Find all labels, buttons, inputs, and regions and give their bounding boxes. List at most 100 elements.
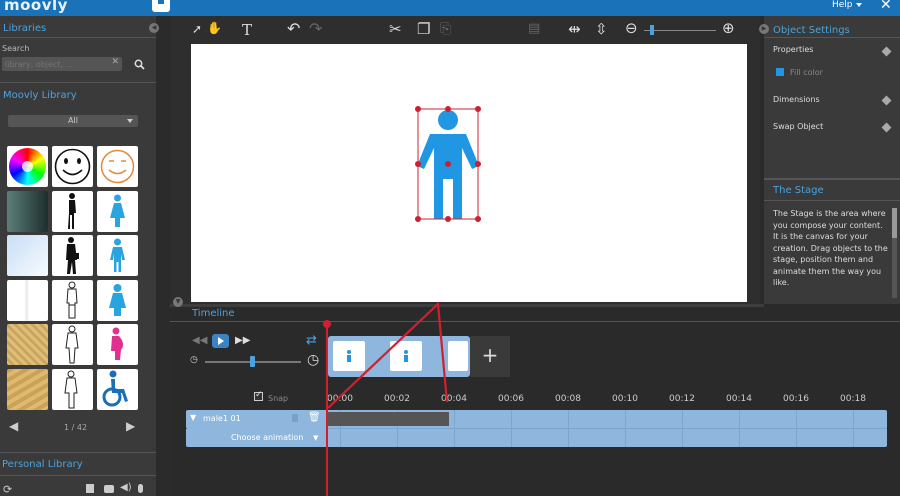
male-figure-tile[interactable] — [97, 235, 138, 276]
moovly-library-title: Moovly Library — [3, 90, 77, 101]
choose-animation-select[interactable]: Choose animation — [231, 433, 303, 442]
search-icon[interactable] — [134, 59, 145, 70]
lock-icon[interactable] — [292, 414, 298, 422]
zoom-in-icon[interactable]: ⊕ — [722, 19, 735, 37]
select-tool-icon[interactable]: ➚ — [192, 22, 202, 36]
woman-silhouette-tile[interactable] — [52, 191, 93, 232]
playhead-handle[interactable] — [323, 320, 331, 328]
zoom-slider-knob[interactable] — [650, 25, 655, 35]
paste-icon[interactable]: ⎘ — [440, 21, 451, 37]
stage-canvas[interactable] — [191, 44, 747, 302]
check-icon: ✓ — [255, 390, 263, 400]
flip-horizontal-icon[interactable]: ⇹ — [568, 20, 581, 38]
collapse-libraries-icon[interactable]: ◀ — [149, 23, 159, 33]
clear-search-icon[interactable]: ✕ — [111, 57, 119, 67]
female-figure-tile[interactable] — [97, 191, 138, 232]
cut-icon[interactable]: ✂ — [389, 20, 402, 38]
hand-tool-icon[interactable]: ✋ — [207, 21, 222, 35]
smiley-icon — [54, 148, 91, 185]
collapse-timeline-icon[interactable]: ▼ — [173, 297, 183, 307]
pregnant-figure-tile[interactable] — [97, 324, 138, 365]
smiley-tile[interactable] — [52, 146, 93, 187]
close-icon[interactable]: ✕ — [880, 0, 892, 13]
white-panel-tile[interactable] — [7, 280, 48, 321]
orange-smiley-tile[interactable] — [97, 146, 138, 187]
timeline-tick-label: 00:04 — [441, 394, 467, 404]
play-icon — [218, 337, 224, 345]
divider — [0, 475, 156, 476]
timeline-tick-label: 00:06 — [498, 394, 524, 404]
properties-section[interactable]: Properties — [773, 45, 813, 54]
parchment-texture-tile-2[interactable] — [7, 369, 48, 410]
woman-sketch-tile[interactable] — [52, 280, 93, 321]
snap-label: Snap — [268, 394, 289, 403]
fast-forward-icon[interactable]: ▶▶ — [235, 335, 250, 346]
woman-sketch-tile-3[interactable] — [52, 369, 93, 410]
sound-icon[interactable]: ◀) — [120, 482, 132, 493]
library-filter-value: All — [68, 116, 78, 125]
help-scrollbar-thumb[interactable] — [892, 208, 897, 238]
rewind-icon[interactable]: ◀◀ — [192, 335, 207, 346]
divider — [170, 321, 900, 322]
search-input[interactable] — [5, 58, 105, 70]
swap-object-section[interactable]: Swap Object — [773, 122, 823, 131]
female-figure-tile-2[interactable] — [97, 280, 138, 321]
dark-gradient-tile[interactable] — [7, 191, 48, 232]
help-menu[interactable]: Help — [832, 0, 853, 10]
female-figure-icon — [109, 284, 126, 316]
align-icon[interactable]: ▤ — [528, 21, 540, 36]
search-label: Search — [2, 44, 30, 53]
timeline-tick-label: 00:14 — [726, 394, 752, 404]
delete-track-icon[interactable]: 🗑 — [308, 412, 321, 423]
track-name: male1 01 — [203, 414, 241, 423]
scene-thumbnail[interactable] — [448, 341, 468, 371]
woman-walking-silhouette-icon — [66, 237, 79, 274]
video-icon[interactable] — [86, 484, 94, 493]
woman-sketch-icon — [64, 370, 78, 409]
scene-thumbnail[interactable] — [390, 341, 422, 371]
flip-vertical-icon[interactable]: ⇳ — [595, 20, 608, 38]
scene-thumbnail[interactable] — [333, 341, 365, 371]
dimensions-section[interactable]: Dimensions — [773, 95, 820, 104]
wheelchair-tile[interactable] — [97, 369, 138, 410]
woman-sketch-tile-2[interactable] — [52, 324, 93, 365]
next-page-icon[interactable]: ▶ — [126, 419, 135, 433]
redo-icon[interactable]: ↷ — [309, 19, 322, 38]
female-figure-icon — [110, 194, 125, 227]
fill-color-swatch[interactable] — [776, 68, 784, 76]
undo-icon[interactable]: ↶ — [287, 19, 300, 38]
refresh-icon[interactable]: ⟳ — [3, 483, 12, 496]
save-tab-icon[interactable] — [152, 0, 170, 12]
zoom-slider[interactable] — [644, 30, 716, 31]
object-duration-bar[interactable] — [328, 412, 449, 426]
loop-icon[interactable]: ⇄ — [306, 333, 317, 348]
library-filter-select[interactable]: All — [8, 115, 138, 127]
fill-color-label: Fill color — [790, 68, 823, 77]
add-scene-button[interactable]: + — [470, 336, 510, 377]
scene-strip — [328, 336, 470, 377]
color-wheel-tile[interactable] — [7, 146, 48, 187]
woman-walking-silhouette-tile[interactable] — [52, 235, 93, 276]
text-tool-icon[interactable]: T — [242, 21, 252, 39]
parchment-texture-tile[interactable] — [7, 324, 48, 365]
camera-icon[interactable] — [104, 485, 114, 493]
prev-page-icon[interactable]: ◀ — [9, 419, 18, 433]
timeline-tick-label: 00:10 — [612, 394, 638, 404]
collapse-track-icon[interactable]: ▼ — [190, 413, 196, 422]
microphone-icon[interactable] — [138, 484, 143, 493]
speed-slider-knob[interactable] — [250, 356, 255, 367]
zoom-out-icon[interactable]: ⊖ — [625, 19, 638, 37]
libraries-title: Libraries — [3, 23, 47, 34]
divider — [764, 37, 900, 38]
wheelchair-icon — [102, 370, 128, 407]
divider — [170, 304, 764, 307]
chevron-down-icon — [856, 3, 862, 7]
object-settings-title: Object Settings — [773, 25, 850, 36]
light-blue-gradient-tile[interactable] — [7, 235, 48, 276]
woman-silhouette-icon — [68, 193, 76, 229]
playhead[interactable] — [326, 320, 328, 496]
collapse-settings-icon[interactable]: ▶ — [759, 24, 769, 34]
copy-icon[interactable]: ❐ — [417, 20, 430, 38]
male-figure-object[interactable] — [191, 44, 747, 302]
play-button[interactable] — [212, 334, 229, 348]
